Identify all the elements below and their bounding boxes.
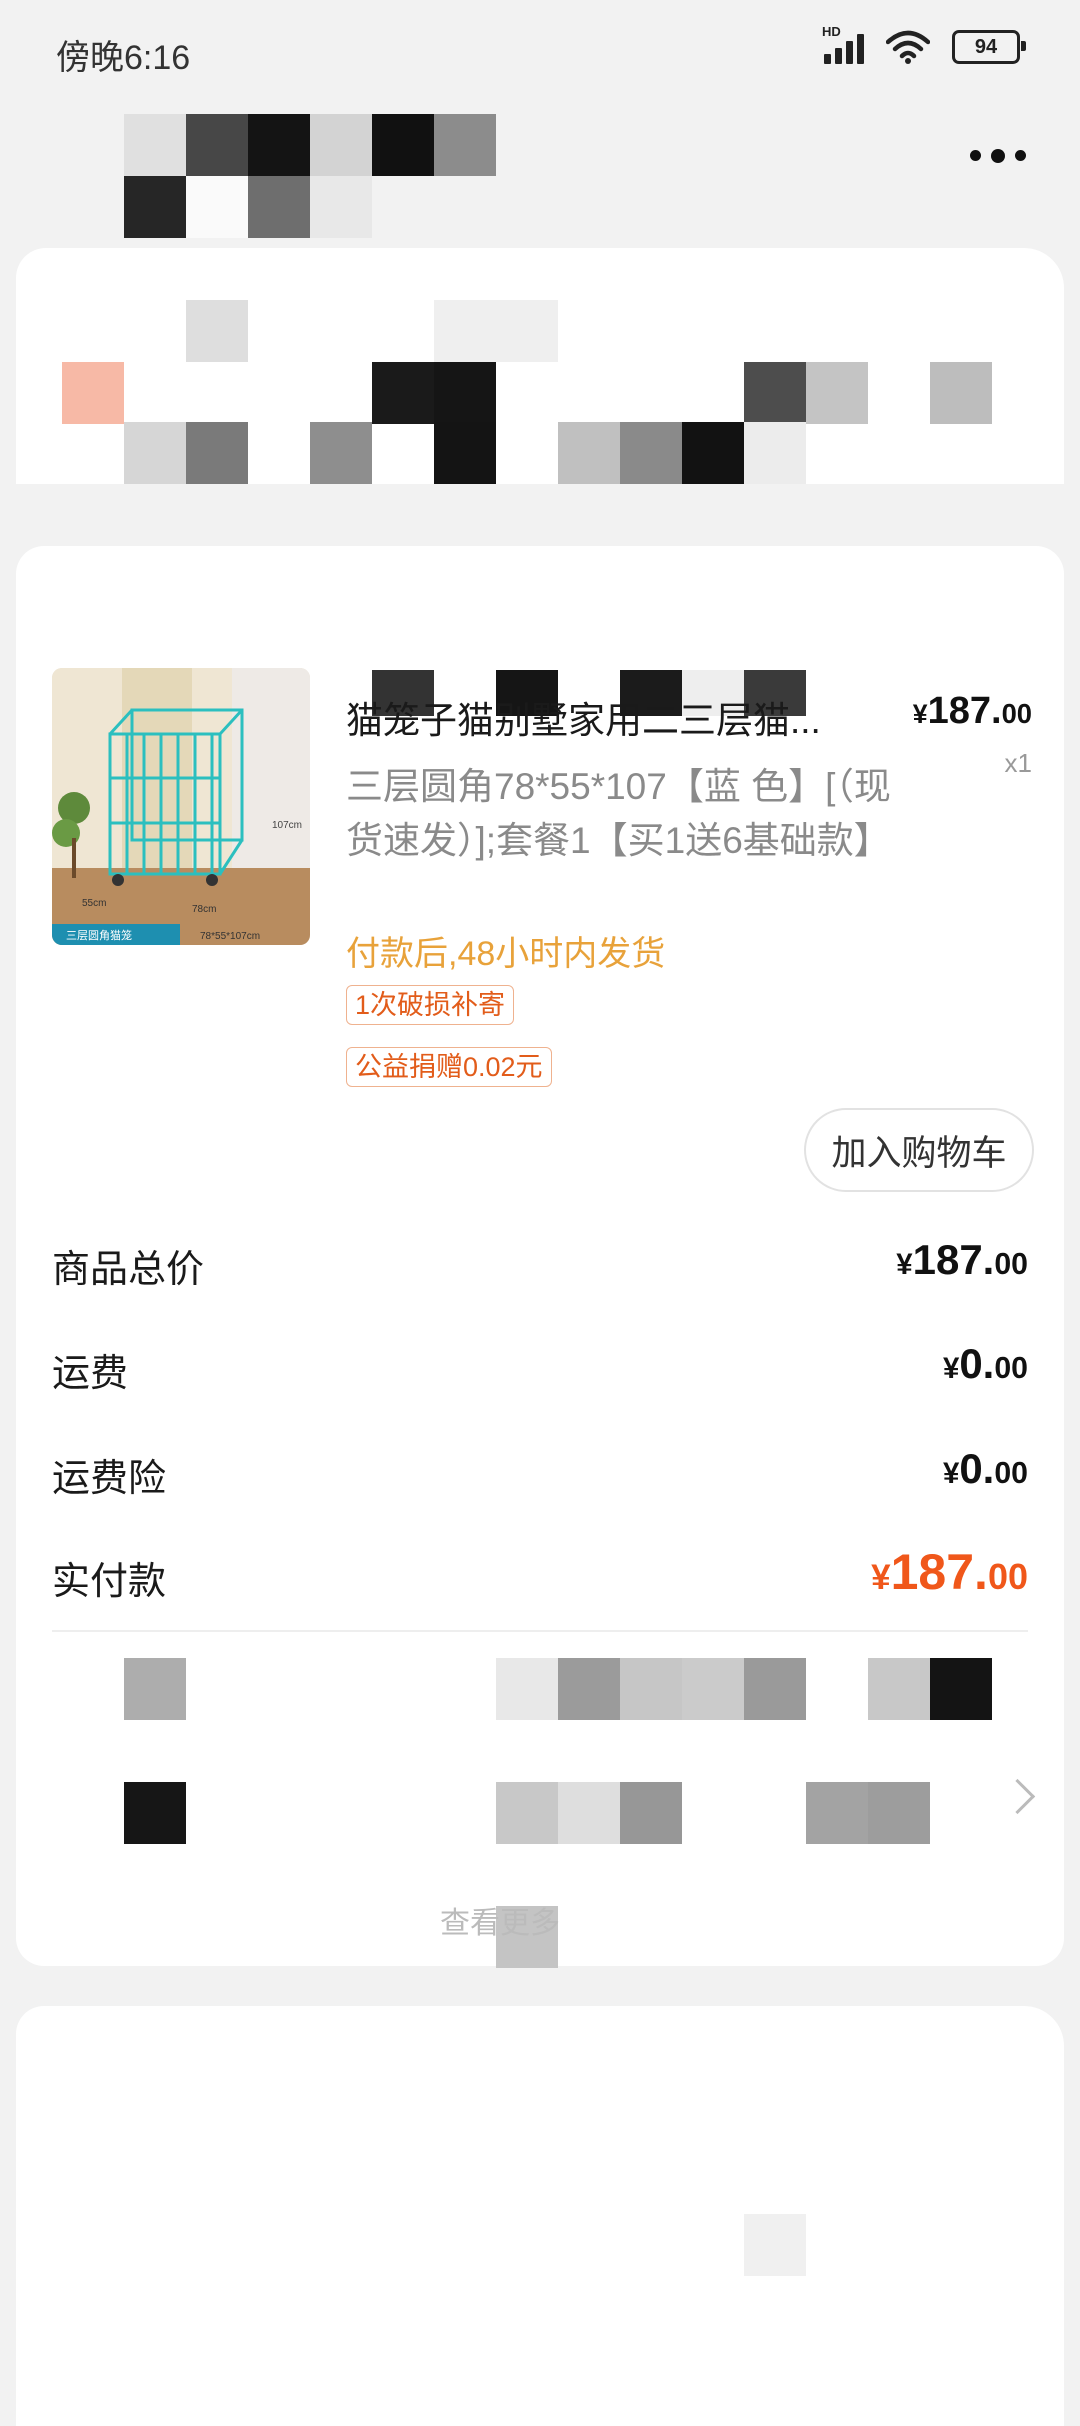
- divider: [52, 1630, 1028, 1632]
- wifi-icon: [886, 30, 930, 64]
- product-quantity: x1: [1004, 748, 1032, 778]
- signal-icon: HD: [822, 24, 864, 64]
- product-title[interactable]: 猫笼子猫别墅家用二三层猫...: [346, 690, 876, 744]
- add-to-cart-button[interactable]: 加入购物车: [804, 1108, 1034, 1192]
- thumb-banner: 三层圆角猫笼: [66, 928, 132, 942]
- status-time: 傍晚6:16: [56, 39, 191, 77]
- shipping-insurance-label: 运费险: [52, 1458, 167, 1500]
- battery-level: 94: [974, 35, 998, 58]
- shipping-insurance-amount: ¥0.00: [942, 1445, 1028, 1492]
- paid-label: 实付款: [52, 1561, 167, 1603]
- thumb-label-height: 107cm: [272, 820, 302, 831]
- bottom-mosaic: [744, 2214, 806, 2276]
- paid-amount: ¥187.00: [871, 1544, 1028, 1600]
- product-price: ¥187.00: [912, 690, 1032, 732]
- view-more-link[interactable]: 查看更多: [440, 1898, 560, 1942]
- subtotal-label: 商品总价: [52, 1249, 205, 1291]
- damage-reship-tag: 1次破损补寄: [346, 985, 515, 1025]
- thumb-dims: 78*55*107cm: [200, 931, 260, 942]
- thumb-label-depth: 55cm: [82, 898, 106, 909]
- product-spec: 三层圆角78*55*107【蓝 色】[（现货速发）];套餐1【买1送6基础款】: [346, 766, 891, 861]
- cat-cage-image: 107cm 55cm 78cm 三层圆角猫笼 78*55*107cm: [52, 668, 310, 945]
- bottom-card: [16, 2006, 1064, 2426]
- product-image[interactable]: 107cm 55cm 78cm 三层圆角猫笼 78*55*107cm: [52, 668, 310, 945]
- shipping-fee-amount: ¥0.00: [942, 1340, 1028, 1387]
- battery-icon: 94: [952, 30, 1026, 64]
- shipping-fee-label: 运费: [52, 1353, 129, 1395]
- shipping-promise: 付款后,48小时内发货: [346, 935, 666, 973]
- charity-tag: 公益捐赠0.02元: [346, 1047, 552, 1087]
- status-icons: HD 94: [822, 24, 1026, 64]
- subtotal-amount: ¥187.00: [896, 1236, 1028, 1283]
- more-options-button[interactable]: [970, 148, 1026, 163]
- thumb-label-width: 78cm: [192, 904, 216, 915]
